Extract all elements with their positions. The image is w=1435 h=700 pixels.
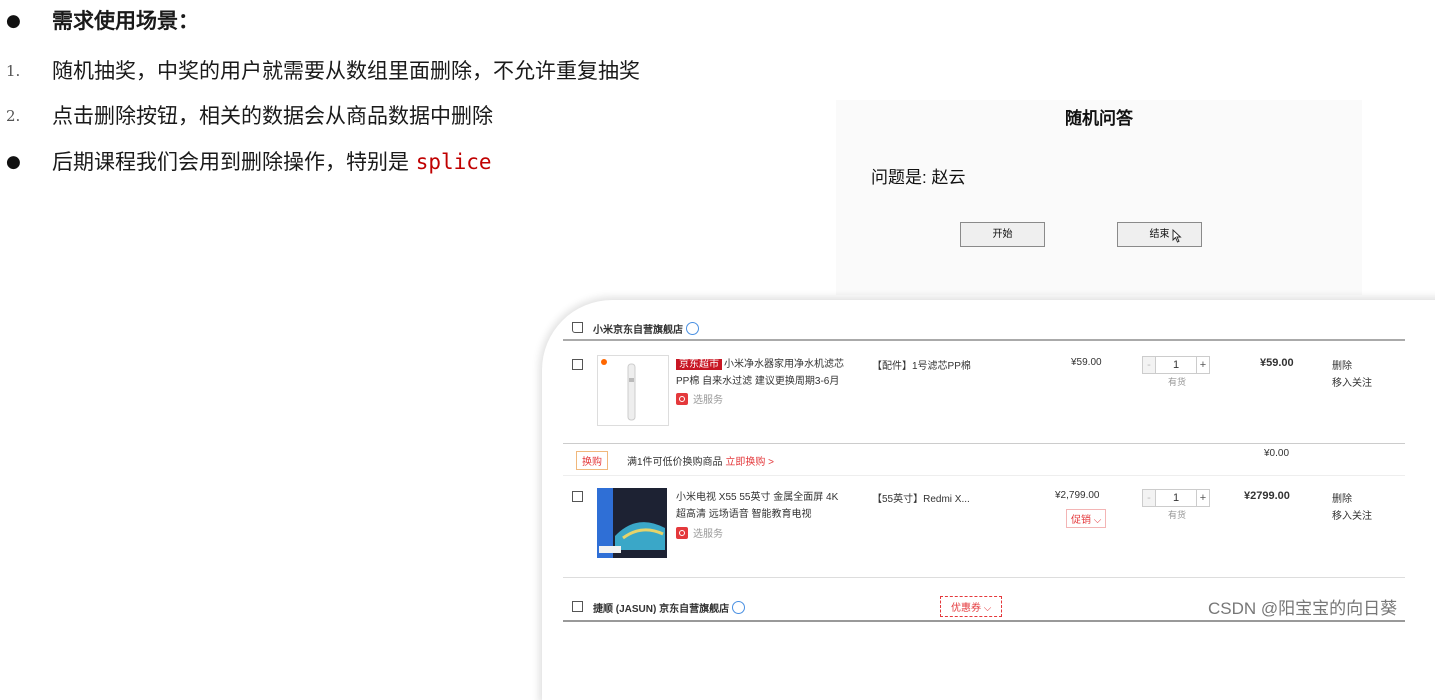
start-button[interactable]: 开始 <box>960 222 1045 247</box>
product-image[interactable] <box>597 355 669 426</box>
promotion-label: 促销 <box>1071 515 1091 526</box>
shop-checkbox[interactable] <box>572 322 583 333</box>
chevron-down-icon: ⌵ <box>981 603 992 614</box>
service-icon <box>676 393 688 405</box>
quantity-stepper[interactable]: - 1 + <box>1142 489 1210 507</box>
move-to-favorites-link[interactable]: 移入关注 <box>1332 374 1372 389</box>
product-name-line: 超高清 远场语音 智能教育电视 <box>676 509 812 520</box>
shop-checkbox[interactable] <box>572 601 583 612</box>
decrease-button[interactable]: - <box>1143 490 1156 506</box>
unit-price: ¥59.00 <box>1071 357 1102 368</box>
select-service[interactable]: 选服务 <box>676 391 723 406</box>
shop-name[interactable]: 捷顺 (JASUN) 京东自营旗舰店 <box>593 600 746 615</box>
increase-button[interactable]: + <box>1196 357 1209 373</box>
quantity-stepper[interactable]: - 1 + <box>1142 356 1210 374</box>
end-button[interactable]: 结束 <box>1117 222 1202 247</box>
quiz-question: 问题是: 赵云 <box>871 168 966 187</box>
item-checkbox[interactable] <box>572 491 583 502</box>
promo-amount: ¥0.00 <box>1264 448 1290 459</box>
subtotal: ¥59.00 <box>1260 357 1294 369</box>
shop-name-text: 小米京东自营旗舰店 <box>593 325 683 336</box>
stock-status: 有货 <box>1168 377 1187 387</box>
product-spec: 【55英寸】Redmi X... <box>872 494 970 505</box>
stock-status: 有货 <box>1168 510 1187 520</box>
end-button-label: 结束 <box>1149 229 1170 240</box>
decrease-button[interactable]: - <box>1143 357 1156 373</box>
shopping-cart-card: 小米京东自营旗舰店 京东超市 小米净水器家用净水机滤芯 PP棉 自来水过滤 建议更… <box>542 300 1435 700</box>
quantity-value[interactable]: 1 <box>1156 490 1196 506</box>
list-item-text: 点击删除按钮，相关的数据会从商品数据中删除 <box>52 104 493 128</box>
shop-name[interactable]: 小米京东自营旗舰店 <box>593 321 699 336</box>
section-heading: 需求使用场景： <box>52 8 199 33</box>
mouse-cursor-icon <box>1172 229 1182 243</box>
coupon-button[interactable]: 优惠券 ⌵ <box>940 596 1003 617</box>
promo-text: 满1件可低价换购商品 立即换购 > <box>627 453 774 468</box>
subtotal: ¥2799.00 <box>1244 490 1290 502</box>
water-filter-image <box>601 359 636 421</box>
chat-icon[interactable] <box>732 601 746 614</box>
list-item-text: 随机抽奖，中奖的用户就需要从数组里面删除，不允许重复抽奖 <box>52 59 640 83</box>
delete-link[interactable]: 删除 <box>1332 490 1352 505</box>
quiz-title: 随机问答 <box>1065 109 1133 128</box>
chevron-down-icon: ⌵ <box>1091 515 1102 526</box>
coupon-label: 优惠券 <box>951 603 981 614</box>
product-title[interactable]: 京东超市 小米净水器家用净水机滤芯 PP棉 自来水过滤 建议更换周期3-6月 <box>676 356 866 390</box>
tv-image <box>597 488 667 558</box>
product-title[interactable]: 小米电视 X55 55英寸 金属全面屏 4K 超高清 远场语音 智能教育电视 <box>676 489 866 523</box>
service-label: 选服务 <box>693 529 723 540</box>
jd-supermarket-tag: 京东超市 <box>676 359 722 370</box>
quantity-value[interactable]: 1 <box>1156 357 1196 373</box>
exchange-now-link[interactable]: 立即换购 > <box>725 457 774 468</box>
list-item-text: 后期课程我们会用到删除操作，特别是 splice <box>52 147 492 177</box>
shop-name-text: 捷顺 (JASUN) 京东自营旗舰店 <box>593 604 730 615</box>
list-number: 2. <box>6 107 21 125</box>
exchange-tag: 换购 <box>576 451 608 470</box>
promo-description: 满1件可低价换购商品 <box>627 457 723 468</box>
unit-price: ¥2,799.00 <box>1055 490 1100 501</box>
service-label: 选服务 <box>693 395 723 406</box>
list-number: 1. <box>6 62 21 80</box>
promotion-dropdown[interactable]: 促销 ⌵ <box>1066 509 1107 528</box>
increase-button[interactable]: + <box>1196 490 1209 506</box>
service-icon <box>676 527 688 539</box>
select-service[interactable]: 选服务 <box>676 525 723 540</box>
bullet-dot-icon: ● <box>6 152 21 172</box>
bullet-dot-icon: ● <box>6 11 21 31</box>
chat-icon[interactable] <box>686 322 699 335</box>
product-name-line: 小米净水器家用净水机滤芯 <box>724 359 844 370</box>
watermark: CSDN @阳宝宝的向日葵 <box>1208 599 1398 618</box>
product-name-line: 小米电视 X55 55英寸 金属全面屏 4K <box>676 492 839 503</box>
list-item-text-main: 后期课程我们会用到删除操作，特别是 <box>52 150 416 174</box>
product-spec: 【配件】1号滤芯PP棉 <box>872 361 971 372</box>
divider <box>563 577 1405 578</box>
item-checkbox[interactable] <box>572 359 583 370</box>
code-keyword: splice <box>415 150 492 174</box>
move-to-favorites-link[interactable]: 移入关注 <box>1332 507 1372 522</box>
product-image[interactable] <box>597 488 667 558</box>
random-quiz-panel: 随机问答 问题是: 赵云 开始 结束 <box>836 100 1362 295</box>
product-name-line: PP棉 自来水过滤 建议更换周期3-6月 <box>676 376 840 387</box>
delete-link[interactable]: 删除 <box>1332 357 1352 372</box>
divider <box>563 620 1405 622</box>
